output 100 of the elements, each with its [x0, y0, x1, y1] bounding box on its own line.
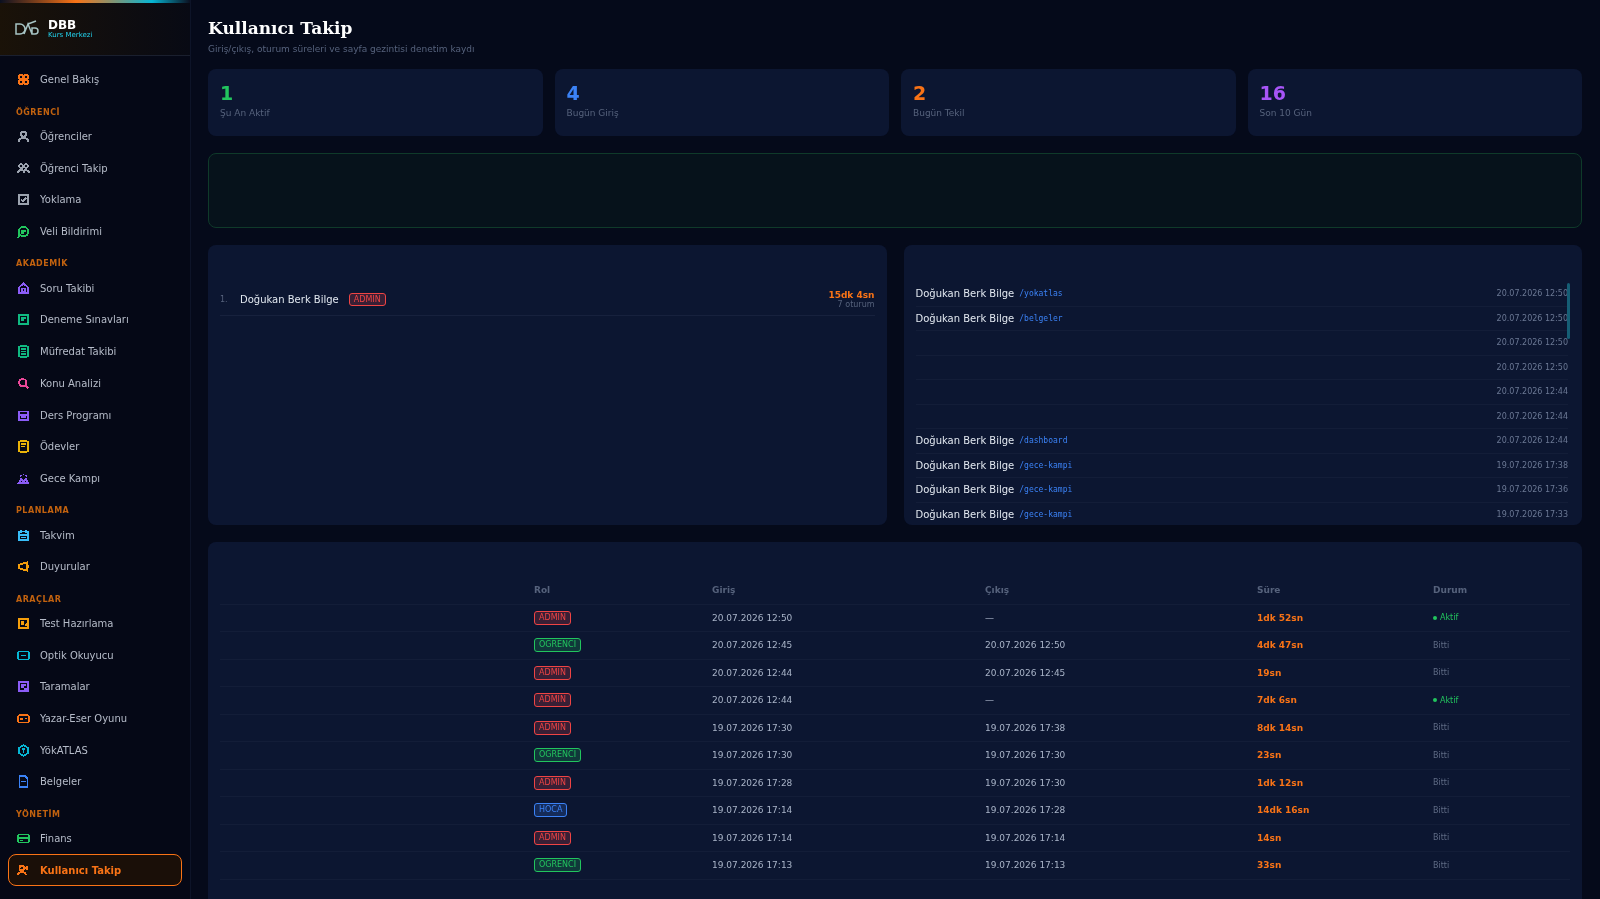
status-label: Bitti [1433, 805, 1450, 815]
sidebar-item[interactable]: Yoklama [8, 184, 182, 216]
sidebar-item[interactable]: Ders Programı [8, 399, 182, 431]
scrollbar[interactable] [1567, 283, 1570, 339]
visit-time: 19.07.2026 17:33 [1496, 509, 1568, 519]
logout-time: 19.07.2026 17:13 [985, 860, 1066, 871]
section-heading: ÖĞRENCİ [15, 105, 62, 119]
sidebar-item[interactable]: Optik Okuyucu [8, 639, 182, 671]
sidebar-item[interactable]: Taramalar [8, 671, 182, 703]
logout-time: 19.07.2026 17:28 [985, 805, 1066, 816]
visit-time: 20.07.2026 12:50 [1496, 289, 1568, 299]
sidebar-item[interactable]: Gece Kampı [8, 462, 182, 495]
session-duration: 33sn [1257, 860, 1282, 871]
page-path: /yokatlas [1019, 289, 1063, 299]
login-time: 19.07.2026 17:13 [712, 860, 793, 871]
session-duration: 19sn [1257, 667, 1282, 678]
role-badge: OGRENCI [534, 638, 582, 653]
session-duration: 1dk 12sn [1257, 777, 1304, 788]
active-dot-icon [1433, 698, 1437, 703]
login-time: 19.07.2026 17:14 [712, 805, 793, 816]
session-duration: 4dk 47sn [1257, 640, 1304, 651]
page-path: /gece-kampi [1019, 485, 1073, 495]
visit-time: 20.07.2026 12:50 [1496, 313, 1568, 323]
status-label: Bitti [1433, 750, 1450, 760]
login-time: 19.07.2026 17:14 [712, 832, 793, 843]
role-badge: ADMIN [534, 830, 571, 845]
sidebar-item[interactable]: Veli Bildirimi [8, 215, 182, 248]
login-time: 20.07.2026 12:44 [712, 695, 793, 706]
sidebar-item[interactable]: Yazar-Eser Oyunu [8, 702, 182, 735]
user-name: Doğukan Berk Bilge [915, 288, 1015, 300]
login-time: 19.07.2026 17:30 [712, 722, 793, 733]
sidebar-item[interactable]: YökATLAS [8, 734, 182, 767]
logout-time: 19.07.2026 17:14 [985, 832, 1066, 843]
page-path: /dashboard [1019, 436, 1068, 446]
stat-label: Bugün Tekil [913, 107, 965, 118]
column-header: Durum [1433, 585, 1469, 596]
user-name: Doğukan Berk Bilge [240, 294, 339, 305]
section-heading: YÖNETİM [15, 808, 62, 821]
status-label: Bitti [1433, 860, 1450, 870]
sidebar-item[interactable]: Finans [8, 822, 182, 855]
user-name: Doğukan Berk Bilge [915, 508, 1015, 520]
section-heading: PLANLAMA [15, 505, 71, 518]
status-label: Bitti [1433, 778, 1450, 788]
session-duration: 14sn [1257, 832, 1282, 843]
stat-value: 4 [566, 83, 580, 104]
visit-time: 20.07.2026 12:44 [1496, 387, 1568, 397]
rank-number: 1. [220, 295, 229, 304]
login-time: 20.07.2026 12:45 [712, 640, 793, 651]
stat-value: 16 [1259, 83, 1286, 104]
role-badge: ADMIN [534, 610, 571, 625]
login-time: 19.07.2026 17:30 [712, 750, 793, 761]
role-badge: ADMIN [534, 693, 571, 708]
logout-time: — [985, 695, 994, 706]
column-header: Rol [534, 585, 552, 596]
stat-value: 2 [913, 83, 927, 104]
role-badge: ADMIN [534, 665, 571, 680]
user-name: Doğukan Berk Bilge [915, 312, 1015, 324]
login-time: 20.07.2026 12:50 [712, 612, 793, 623]
logout-time: 19.07.2026 17:30 [985, 777, 1066, 788]
sidebar-item[interactable]: Test Hazırlama [8, 607, 182, 640]
status-label: Aktif [1433, 613, 1459, 623]
sidebar-item[interactable]: Ödevler [8, 430, 182, 463]
login-time: 20.07.2026 12:44 [712, 667, 793, 678]
visit-time: 19.07.2026 17:38 [1496, 460, 1568, 470]
sidebar-item[interactable]: Müfredat Takibi [8, 335, 182, 368]
visit-time: 20.07.2026 12:44 [1496, 436, 1568, 446]
sidebar-item[interactable]: Duyurular [8, 550, 182, 583]
status-label: Bitti [1433, 668, 1450, 678]
sidebar-item[interactable]: Öğrenci Takip [8, 152, 182, 185]
sidebar-item[interactable]: Belgeler [8, 766, 182, 798]
role-badge: HOCA [534, 803, 568, 818]
stat-label: Bugün Giriş [566, 107, 619, 118]
section-heading: ARAÇLAR [15, 593, 63, 606]
visit-time: 19.07.2026 17:36 [1496, 485, 1568, 495]
status-label: Aktif [1433, 695, 1459, 705]
session-duration: 14dk 16sn [1257, 805, 1310, 816]
brand-title: DBB [48, 18, 77, 31]
page-path: /belgeler [1019, 313, 1063, 323]
logout-time: 19.07.2026 17:38 [985, 722, 1066, 733]
sidebar-item[interactable]: Soru Takibi [8, 272, 182, 305]
logout-time: 20.07.2026 12:45 [985, 667, 1066, 678]
role-badge: OGRENCI [534, 858, 582, 873]
sidebar-item[interactable]: Kullanıcı Takip [8, 854, 182, 887]
logout-time: 20.07.2026 12:50 [985, 640, 1066, 651]
sidebar-item[interactable]: Deneme Sınavları [8, 304, 182, 336]
status-label: Bitti [1433, 723, 1450, 733]
user-name: Doğukan Berk Bilge [915, 459, 1015, 471]
login-time: 19.07.2026 17:28 [712, 777, 793, 788]
sidebar-item[interactable]: Konu Analizi [8, 367, 182, 400]
sidebar-item[interactable]: Takvim [8, 519, 182, 551]
total-duration: 15dk 4sn [828, 290, 875, 300]
column-header: Giriş [712, 585, 737, 596]
page-subtitle: Giriş/çıkış, oturum süreleri ve sayfa gezintisi denetim kaydı [208, 44, 475, 54]
sidebar-item[interactable]: Genel Bakış [8, 64, 182, 96]
section-heading: AKADEMİK [15, 257, 69, 271]
active-dot-icon [1433, 615, 1437, 620]
sidebar-item[interactable]: Öğrenciler [8, 120, 182, 153]
page-path: /gece-kampi [1019, 509, 1073, 519]
session-duration: 23sn [1257, 750, 1282, 761]
stat-label: Şu An Aktif [220, 107, 270, 118]
